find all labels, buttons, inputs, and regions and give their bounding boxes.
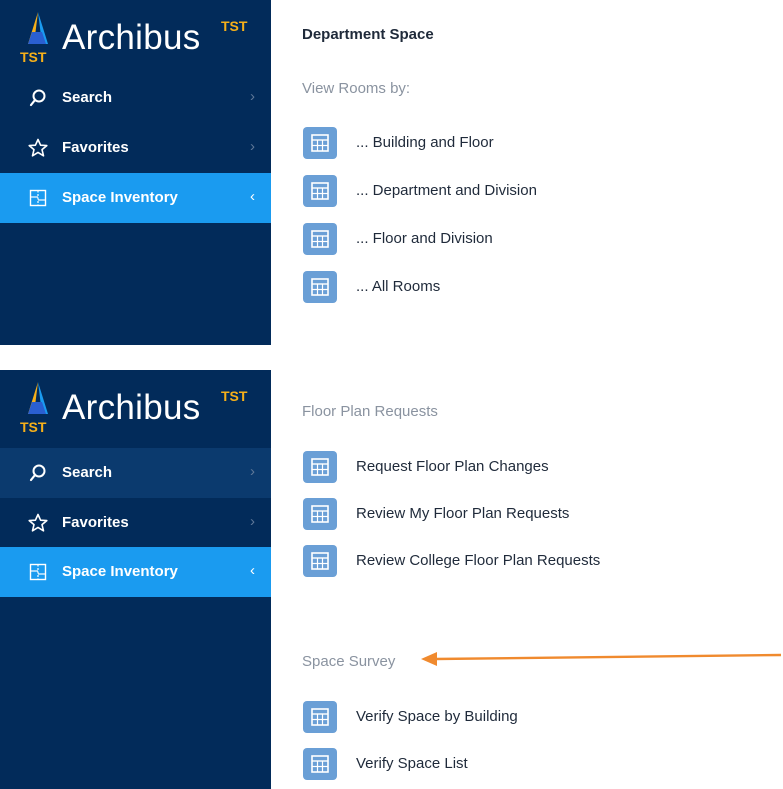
logo-mark-text: TST xyxy=(20,419,47,434)
logo-mark-text: TST xyxy=(20,49,47,64)
nav-space-inventory[interactable]: Space Inventory ‹ xyxy=(0,173,271,223)
brand-logo[interactable]: TST Archibus TST xyxy=(18,380,268,434)
brand-logo[interactable]: TST Archibus TST xyxy=(18,10,268,64)
table-icon xyxy=(303,498,337,530)
table-icon xyxy=(303,451,337,483)
floorplan-icon xyxy=(29,189,47,207)
floorplan-icon xyxy=(29,563,47,581)
chevron-right-icon: › xyxy=(250,138,255,155)
task-content: Department Space View Rooms by: ... Buil… xyxy=(271,0,783,345)
task-label: ... Building and Floor xyxy=(356,134,494,151)
task-label: ... Department and Division xyxy=(356,182,537,199)
nav-search[interactable]: Search › xyxy=(0,73,271,123)
star-icon xyxy=(28,513,48,532)
sidebar: TST Archibus TST Search › Favorites › Sp… xyxy=(0,0,271,345)
task-label: ... All Rooms xyxy=(356,278,441,295)
brand-name: Archibus xyxy=(62,18,201,57)
brand-name: Archibus xyxy=(62,388,201,427)
nav-space-inventory-label: Space Inventory xyxy=(62,563,178,580)
chevron-right-icon: › xyxy=(250,88,255,105)
nav-space-inventory[interactable]: Space Inventory ‹ xyxy=(0,547,271,597)
chevron-right-icon: › xyxy=(250,513,255,530)
archibus-logo-icon: TST xyxy=(20,12,48,64)
section-title-space-survey: Space Survey xyxy=(302,653,396,670)
brand-superscript: TST xyxy=(221,388,248,404)
table-icon xyxy=(303,175,337,207)
table-icon xyxy=(303,701,337,733)
nav-favorites[interactable]: Favorites › xyxy=(0,123,271,173)
task-label: ... Floor and Division xyxy=(356,230,493,247)
section-title-view-rooms: View Rooms by: xyxy=(302,80,411,97)
page-title: Department Space xyxy=(302,26,434,43)
table-icon xyxy=(303,127,337,159)
brand-superscript: TST xyxy=(221,18,248,34)
table-icon xyxy=(303,271,337,303)
nav-favorites-label: Favorites xyxy=(62,139,129,156)
annotation-arrow-icon xyxy=(421,652,782,666)
nav-favorites[interactable]: Favorites › xyxy=(0,498,271,548)
table-icon xyxy=(303,223,337,255)
task-label: Verify Space by Building xyxy=(356,708,518,725)
nav-search[interactable]: Search › xyxy=(0,448,271,498)
search-icon xyxy=(29,464,46,482)
star-icon xyxy=(28,138,48,157)
chevron-right-icon: › xyxy=(250,463,255,480)
archibus-logo-icon: TST xyxy=(20,382,48,434)
sidebar: TST Archibus TST Search › Favorites › Sp… xyxy=(0,370,271,789)
nav-search-label: Search xyxy=(62,89,113,106)
nav-search-label: Search xyxy=(62,464,113,481)
chevron-left-icon: ‹ xyxy=(250,562,255,579)
task-label: Request Floor Plan Changes xyxy=(356,458,549,475)
nav-favorites-label: Favorites xyxy=(62,514,129,531)
table-icon xyxy=(303,748,337,780)
task-content: Floor Plan Requests Request Floor Plan C… xyxy=(271,370,783,789)
table-icon xyxy=(303,545,337,577)
top-screenshot-panel: TST Archibus TST Search › Favorites › Sp… xyxy=(0,0,783,345)
task-label: Review College Floor Plan Requests xyxy=(356,552,601,569)
chevron-left-icon: ‹ xyxy=(250,188,255,205)
task-label: Review My Floor Plan Requests xyxy=(356,505,570,522)
search-icon xyxy=(29,89,46,107)
task-label: Verify Space List xyxy=(356,755,468,772)
nav-space-inventory-label: Space Inventory xyxy=(62,189,178,206)
section-title-floor-plan-requests: Floor Plan Requests xyxy=(302,403,438,420)
bottom-screenshot-panel: TST Archibus TST Search › Favorites › Sp… xyxy=(0,370,783,789)
